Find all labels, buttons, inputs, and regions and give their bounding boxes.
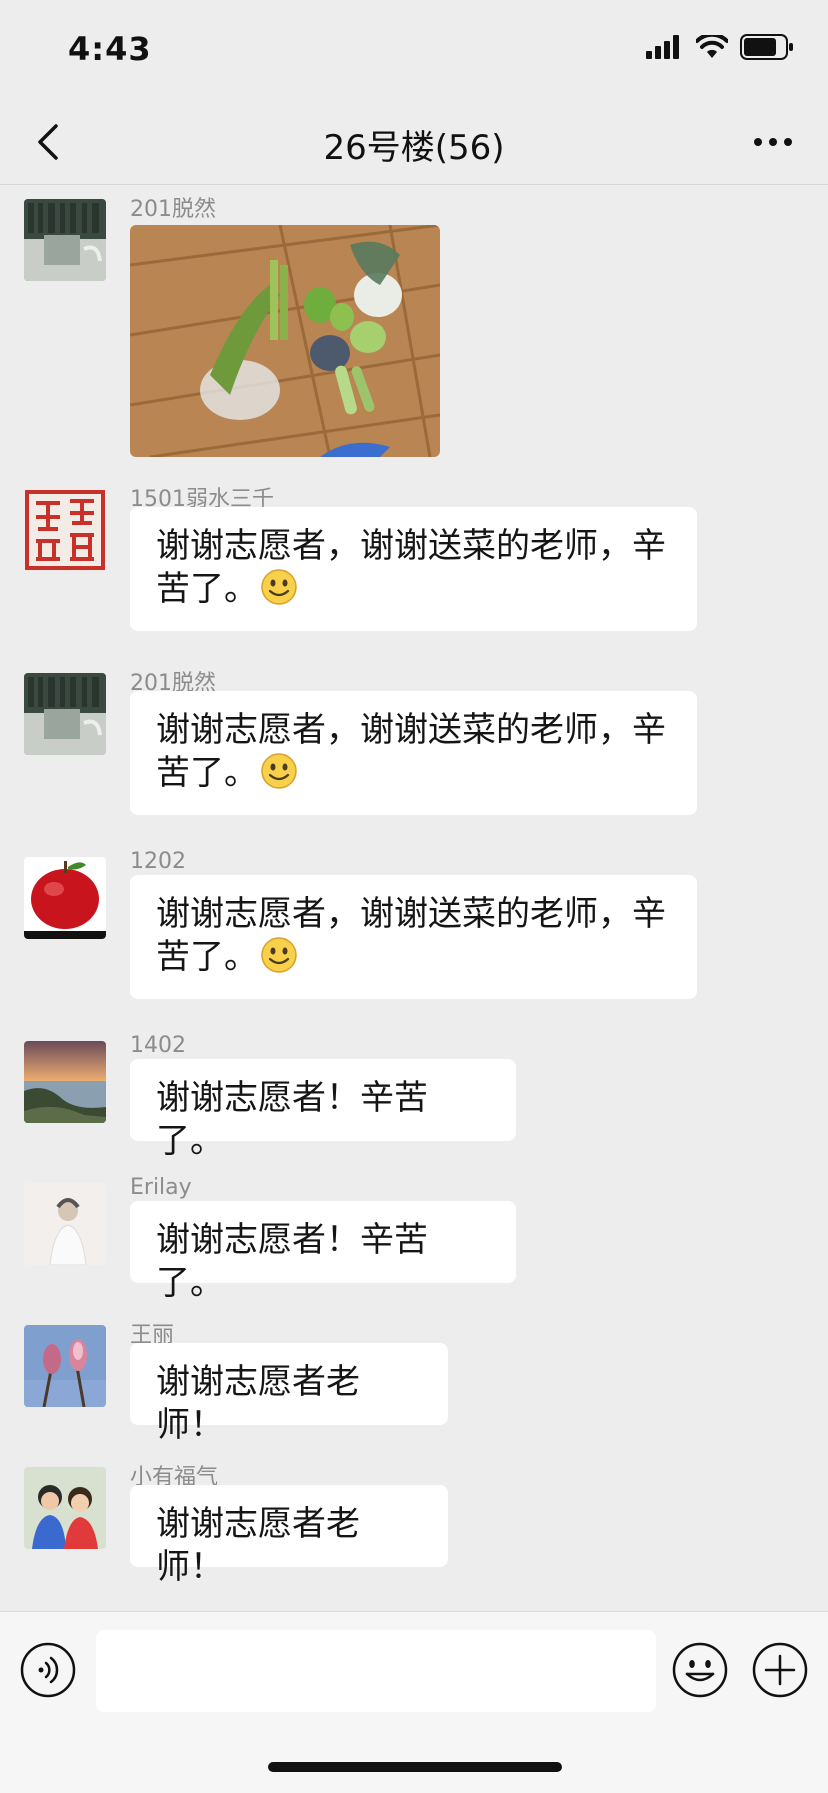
- message-item: 201脱然: [0, 185, 828, 475]
- message-text: 谢谢志愿者老师！: [156, 1504, 360, 1587]
- sender-name: 201脱然: [130, 197, 216, 222]
- message-text: 苦了。: [156, 753, 258, 793]
- sender-name: 1202: [130, 849, 186, 874]
- message-text-line: 谢谢志愿者，谢谢送菜的老师，辛: [156, 894, 666, 934]
- sender-name: Erilay: [130, 1175, 192, 1200]
- message-text-line: 苦了。: [156, 568, 671, 617]
- message-input[interactable]: [96, 1630, 656, 1712]
- red-apple-avatar[interactable]: [24, 857, 106, 939]
- home-indicator: [268, 1762, 562, 1772]
- sunset-coast-avatar[interactable]: [24, 1041, 106, 1123]
- red-seal-avatar[interactable]: [24, 489, 106, 571]
- message-bubble[interactable]: 谢谢志愿者，谢谢送菜的老师，辛 苦了。: [130, 507, 697, 631]
- chat-messages[interactable]: 201脱然 1501弱水三千 谢谢志愿者，谢谢送菜的老师，辛 苦了。 201脱然…: [0, 185, 828, 1611]
- more-actions-button[interactable]: [752, 1642, 808, 1698]
- message-bubble[interactable]: 谢谢志愿者！辛苦了。: [130, 1201, 516, 1303]
- message-text: 谢谢志愿者老师！: [156, 1362, 360, 1445]
- smiley-emoji: [260, 568, 298, 617]
- smiley-emoji: [260, 936, 298, 985]
- emoji-icon: [672, 1642, 728, 1698]
- message-bubble[interactable]: 谢谢志愿者，谢谢送菜的老师，辛 苦了。: [130, 691, 697, 815]
- message-item: 201脱然 谢谢志愿者，谢谢送菜的老师，辛 苦了。: [0, 659, 828, 829]
- message-bubble[interactable]: 谢谢志愿者！辛苦了。: [130, 1059, 516, 1161]
- chat-title: 26号楼(56): [323, 128, 505, 168]
- more-button[interactable]: [748, 124, 798, 160]
- message-text: 谢谢志愿者！辛苦了。: [156, 1078, 428, 1161]
- message-item: 1202 谢谢志愿者，谢谢送菜的老师，辛 苦了。: [0, 843, 828, 1013]
- wifi-icon: [696, 35, 728, 58]
- status-icons: [646, 34, 794, 60]
- message-item: Erilay 谢谢志愿者！辛苦了。: [0, 1169, 828, 1303]
- voice-icon: [20, 1642, 76, 1698]
- bookshelf-avatar[interactable]: [24, 673, 106, 755]
- more-dots-icon: [754, 138, 792, 146]
- voice-button[interactable]: [20, 1642, 76, 1698]
- smiley-emoji: [260, 752, 298, 801]
- message-text-line: 苦了。: [156, 936, 671, 985]
- status-bar: 4:43: [0, 0, 828, 100]
- message-item: 小有福气 谢谢志愿者老师！: [0, 1453, 828, 1587]
- vegetables-photo[interactable]: [130, 225, 440, 457]
- magnolia-avatar[interactable]: [24, 1325, 106, 1407]
- input-bar: [0, 1611, 828, 1793]
- sender-name: 1402: [130, 1033, 186, 1058]
- children-avatar[interactable]: [24, 1467, 106, 1549]
- message-item: 王丽 谢谢志愿者老师！: [0, 1311, 828, 1445]
- message-item: 1501弱水三千 谢谢志愿者，谢谢送菜的老师，辛 苦了。: [0, 475, 828, 645]
- battery-icon: [740, 34, 793, 60]
- message-text: 谢谢志愿者！辛苦了。: [156, 1220, 428, 1303]
- message-text: 苦了。: [156, 569, 258, 609]
- message-bubble[interactable]: 谢谢志愿者老师！: [130, 1485, 448, 1587]
- message-item: 1402 谢谢志愿者！辛苦了。: [0, 1027, 828, 1161]
- message-bubble[interactable]: 谢谢志愿者老师！: [130, 1343, 448, 1445]
- message-text: 苦了。: [156, 937, 258, 977]
- chat-header: 26号楼(56): [0, 100, 828, 185]
- plus-icon: [752, 1642, 808, 1698]
- message-text-line: 谢谢志愿者，谢谢送菜的老师，辛: [156, 526, 666, 566]
- cellular-signal-icon: [646, 35, 679, 59]
- message-text-line: 苦了。: [156, 752, 671, 801]
- message-text-line: 谢谢志愿者，谢谢送菜的老师，辛: [156, 710, 666, 750]
- status-time: 4:43: [68, 30, 152, 68]
- bookshelf-avatar[interactable]: [24, 199, 106, 281]
- message-bubble[interactable]: 谢谢志愿者，谢谢送菜的老师，辛 苦了。: [130, 875, 697, 999]
- emoji-button[interactable]: [672, 1642, 728, 1698]
- person-avatar[interactable]: [24, 1183, 106, 1265]
